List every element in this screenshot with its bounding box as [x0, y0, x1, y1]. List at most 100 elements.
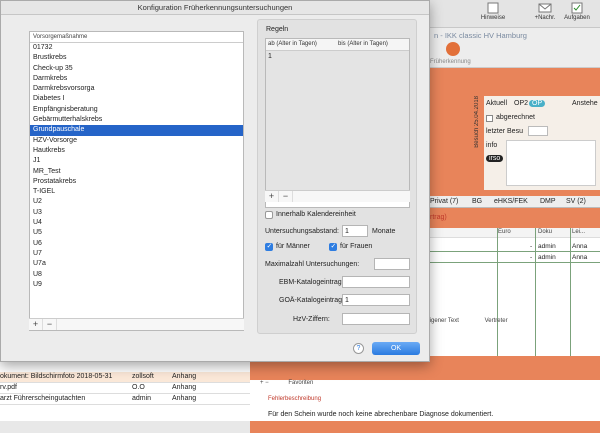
maenner-label: für Männer — [276, 243, 310, 250]
fehler-text: Für den Schein wurde noch keine abrechen… — [268, 411, 494, 418]
aktuell-panel: Aktuell OP2 OP Anstehe abgerechnet letzt… — [484, 96, 600, 190]
main-toolbar: Hinweise +Nachr. Aufgaben — [430, 0, 600, 28]
list-header: Vorsorgemaßnahme — [30, 32, 243, 43]
letzter-besuch-field[interactable] — [528, 126, 548, 136]
billing-grid: Euro Doku Lei... - admin Anna - admin An… — [430, 228, 600, 356]
anstehe-label: Anstehe — [572, 100, 598, 107]
ebm-input[interactable] — [342, 276, 410, 288]
message-icon — [538, 3, 552, 13]
list-item[interactable]: Darmkrebsvorsorga — [30, 84, 243, 94]
rules-panel: Regeln ab (Alter in Tagen) bis (Alter in… — [257, 19, 417, 334]
rules-table: ab (Alter in Tagen) bis (Alter in Tagen)… — [265, 38, 410, 208]
op-badge: OP — [529, 100, 546, 107]
tasks-icon — [571, 2, 583, 14]
billing-tabs: Privat (7) BG eHKS/FEK DMP SV (2) — [430, 196, 600, 208]
list-item[interactable]: Brustkrebs — [30, 53, 243, 63]
regeln-label: Regeln — [266, 26, 289, 33]
list-item[interactable]: Gebärmutterhalskrebs — [30, 115, 243, 125]
nachricht-button[interactable]: +Nachr. — [532, 2, 558, 21]
tab-sv[interactable]: SV (2) — [566, 198, 586, 205]
abstand-input[interactable]: 1 — [342, 225, 368, 237]
list-item[interactable]: U9 — [30, 280, 243, 290]
table-row[interactable]: 1 — [266, 51, 409, 63]
add-rule-button[interactable]: + — [265, 191, 279, 202]
hzv-input[interactable] — [342, 313, 410, 325]
rules-header: ab (Alter in Tagen) bis (Alter in Tagen) — [266, 39, 409, 51]
list-item[interactable]: U7a — [30, 259, 243, 269]
col-euro: Euro — [498, 229, 511, 235]
tab-privat[interactable]: Privat (7) — [430, 198, 458, 205]
list-item[interactable]: Grundpauschale — [30, 125, 243, 136]
list-item[interactable]: U8 — [30, 270, 243, 280]
list-item[interactable]: U6 — [30, 239, 243, 249]
rules-toolbar: + − — [265, 190, 410, 202]
hinweise-button[interactable]: Hinweise — [480, 2, 506, 21]
max-input[interactable] — [374, 258, 410, 270]
col-from: ab (Alter in Tagen) — [268, 41, 317, 47]
goae-input[interactable]: 1 — [342, 294, 410, 306]
ok-button[interactable]: OK — [372, 342, 420, 355]
max-label: Maximalzahl Untersuchungen: — [265, 261, 360, 268]
list-item[interactable]: U7 — [30, 249, 243, 259]
patient-title: n - IKK classic HV Hamburg — [434, 31, 527, 40]
list-item[interactable]: rv.pdf O.O Anhang — [0, 383, 250, 394]
innerhalb-checkbox[interactable] — [265, 211, 273, 219]
ebm-label: EBM-Katalogeintrag: — [279, 279, 344, 286]
list-item[interactable]: T-IGEL — [30, 187, 243, 197]
list-item[interactable]: 01732 — [30, 43, 243, 53]
remove-item-button[interactable]: − — [43, 319, 57, 330]
documents-list: okument: Bildschirmfoto 2018-05-31 zolls… — [0, 362, 250, 421]
dialog-title: Konfiguration Früherkennungsuntersuchung… — [1, 1, 429, 15]
hzv-label: HzV-Ziffern: — [293, 316, 330, 323]
help-button[interactable]: ? — [353, 343, 364, 354]
list-item[interactable]: MR_Test — [30, 167, 243, 177]
date-strip: Besuch 25.04.2018 — [430, 90, 484, 190]
add-item-button[interactable]: + — [29, 319, 43, 330]
tab-bg[interactable]: BG — [472, 198, 482, 205]
list-item[interactable]: okument: Bildschirmfoto 2018-05-31 zolls… — [0, 372, 250, 383]
table-row[interactable]: - admin Anna — [430, 253, 600, 263]
list-item[interactable]: arzt Führerscheingutachten admin Anhang — [0, 394, 250, 405]
grid-divider — [570, 228, 571, 356]
list-item[interactable]: U2 — [30, 197, 243, 207]
favoriten-tab[interactable]: + − Favoriten — [260, 380, 313, 386]
visit-date: Besuch 25.04.2018 — [474, 96, 480, 148]
remove-rule-button[interactable]: − — [279, 191, 293, 202]
aufgaben-button[interactable]: Aufgaben — [564, 2, 590, 21]
info-field[interactable] — [506, 140, 596, 186]
list-item[interactable]: U3 — [30, 208, 243, 218]
list-item[interactable]: Diabetes I — [30, 94, 243, 104]
innerhalb-label: Innerhalb Kalendereinheit — [276, 211, 356, 218]
frauen-label: für Frauen — [340, 243, 373, 250]
fehler-label: Fehlerbeschreibung — [268, 396, 322, 402]
config-dialog: Konfiguration Früherkennungsuntersuchung… — [0, 0, 430, 362]
tab-dmp[interactable]: DMP — [540, 198, 556, 205]
list-item[interactable]: Empfängnisberatung — [30, 105, 243, 115]
table-row[interactable]: - admin Anna — [430, 242, 600, 252]
list-item[interactable]: U5 — [30, 228, 243, 238]
list-item[interactable]: Prostatakrebs — [30, 177, 243, 187]
list-item[interactable]: Hautkrebs — [30, 146, 243, 156]
ertrag-label: rtrag) — [430, 214, 447, 221]
frauen-checkbox[interactable] — [329, 242, 337, 251]
list-item[interactable]: Check-up 35 — [30, 64, 243, 74]
list-item[interactable]: Darmkrebs — [30, 74, 243, 84]
goae-label: GOÄ-Katalogeintrag: — [279, 297, 344, 304]
col-lei: Lei... — [572, 229, 586, 235]
hinweise-icon — [487, 2, 499, 14]
maenner-checkbox[interactable] — [265, 242, 273, 251]
list-item[interactable]: U4 — [30, 218, 243, 228]
list-item[interactable]: HZV-Vorsorge — [30, 136, 243, 146]
abgerechnet-label: abgerechnet — [496, 114, 535, 121]
list-body: 01732 Brustkrebs Check-up 35 Darmkrebs Darmk… — [30, 43, 243, 290]
grid-header: Euro Doku Lei... — [430, 228, 600, 238]
letzter-besuch-label: letzter Besu — [486, 128, 523, 135]
grid-divider — [497, 228, 498, 356]
col-to: bis (Alter in Tagen) — [338, 41, 388, 47]
frueherkennung-icon[interactable] — [446, 42, 460, 56]
rules-empty-area — [266, 63, 409, 195]
tab-ehks[interactable]: eHKS/FEK — [494, 198, 528, 205]
info-label: info — [486, 142, 498, 149]
list-item[interactable]: J1 — [30, 156, 243, 166]
abgerechnet-checkbox[interactable] — [486, 115, 493, 122]
